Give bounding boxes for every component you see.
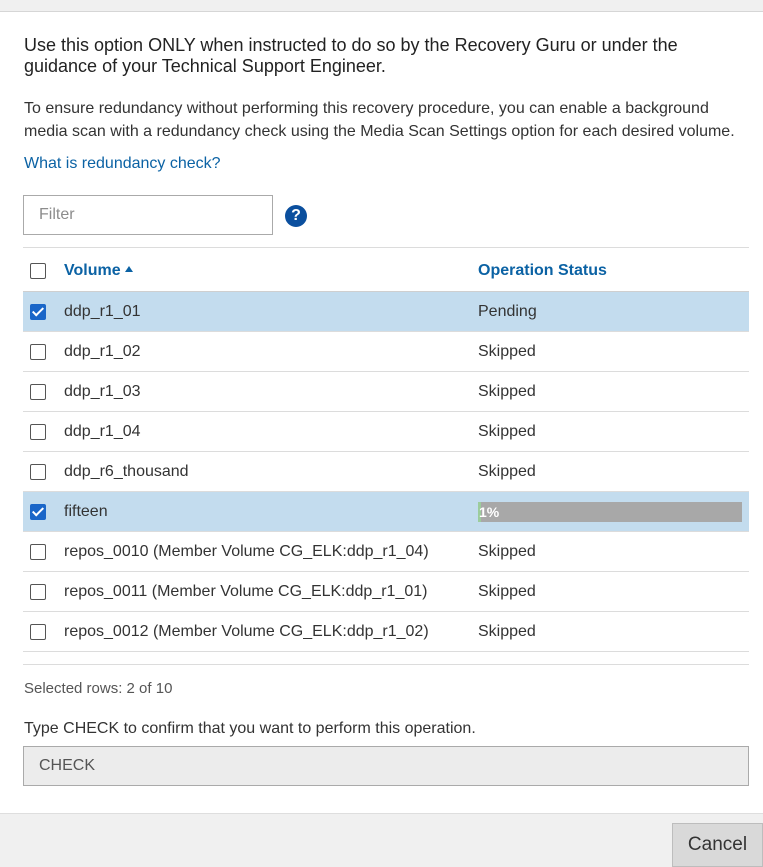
- sort-ascending-icon: [124, 266, 133, 272]
- table-row[interactable]: ddp_r1_01 Pending: [23, 292, 749, 332]
- dialog-top-strip: [0, 0, 763, 12]
- selected-rows-count: Selected rows: 2 of 10: [24, 680, 173, 697]
- volume-name: repos_0010 (Member Volume CG_ELK:ddp_r1_…: [64, 543, 429, 560]
- table-header: Volume Operation Status: [23, 248, 749, 292]
- operation-status-column-header[interactable]: Operation Status: [478, 262, 607, 280]
- volume-name: ddp_r1_02: [64, 343, 141, 360]
- volume-name: ddp_r1_01: [64, 303, 141, 320]
- dialog-footer: [0, 813, 763, 867]
- row-checkbox[interactable]: [30, 384, 46, 400]
- confirm-input[interactable]: [23, 746, 749, 786]
- table-row[interactable]: fifteen 1%: [23, 492, 749, 532]
- table-row[interactable]: repos_0010 (Member Volume CG_ELK:ddp_r1_…: [23, 532, 749, 572]
- row-checkbox[interactable]: [30, 504, 46, 520]
- question-circle-icon[interactable]: ?: [285, 205, 307, 227]
- operation-status: Pending: [478, 303, 537, 320]
- confirm-label: Type CHECK to confirm that you want to p…: [24, 720, 476, 737]
- table-row[interactable]: ddp_r1_04 Skipped: [23, 412, 749, 452]
- operation-status: Skipped: [478, 583, 536, 600]
- volume-name: repos_0011 (Member Volume CG_ELK:ddp_r1_…: [64, 583, 428, 600]
- table-bottom-divider: [23, 664, 749, 665]
- row-checkbox[interactable]: [30, 624, 46, 640]
- operation-status: Skipped: [478, 343, 536, 360]
- volume-column-header[interactable]: Volume: [64, 262, 133, 280]
- volume-name: fifteen: [64, 503, 108, 520]
- volume-name: ddp_r1_03: [64, 383, 141, 400]
- info-text: To ensure redundancy without performing …: [24, 100, 735, 140]
- table-row[interactable]: repos_0012 (Member Volume CG_ELK:ddp_r1_…: [23, 612, 749, 652]
- row-checkbox[interactable]: [30, 304, 46, 320]
- operation-status: Skipped: [478, 463, 536, 480]
- operation-status: Skipped: [478, 423, 536, 440]
- volume-name: repos_0012 (Member Volume CG_ELK:ddp_r1_…: [64, 623, 429, 640]
- row-checkbox[interactable]: [30, 544, 46, 560]
- operation-status: Skipped: [478, 623, 536, 640]
- volume-name: ddp_r6_thousand: [64, 463, 189, 480]
- cancel-button[interactable]: Cancel: [672, 823, 763, 867]
- redundancy-check-link[interactable]: What is redundancy check?: [24, 155, 221, 173]
- table-row[interactable]: ddp_r6_thousand Skipped: [23, 452, 749, 492]
- select-all-checkbox[interactable]: [30, 263, 46, 279]
- volume-column-label: Volume: [64, 262, 121, 279]
- operation-status: Skipped: [478, 383, 536, 400]
- operation-status: Skipped: [478, 543, 536, 560]
- volume-name: ddp_r1_04: [64, 423, 141, 440]
- row-checkbox[interactable]: [30, 344, 46, 360]
- row-checkbox[interactable]: [30, 464, 46, 480]
- operation-progress-bar: 1%: [478, 502, 742, 522]
- filter-input[interactable]: [23, 195, 273, 235]
- progress-label: 1%: [479, 504, 500, 520]
- row-checkbox[interactable]: [30, 584, 46, 600]
- table-row[interactable]: ddp_r1_03 Skipped: [23, 372, 749, 412]
- row-checkbox[interactable]: [30, 424, 46, 440]
- table-row[interactable]: ddp_r1_02 Skipped: [23, 332, 749, 372]
- table-row[interactable]: repos_0011 (Member Volume CG_ELK:ddp_r1_…: [23, 572, 749, 612]
- warning-text: Use this option ONLY when instructed to …: [24, 35, 678, 76]
- volume-table: Volume Operation Status ddp_r1_01 Pending…: [23, 247, 749, 652]
- table-body: ddp_r1_01 Pending ddp_r1_02 Skipped ddp_r1_0…: [23, 292, 749, 652]
